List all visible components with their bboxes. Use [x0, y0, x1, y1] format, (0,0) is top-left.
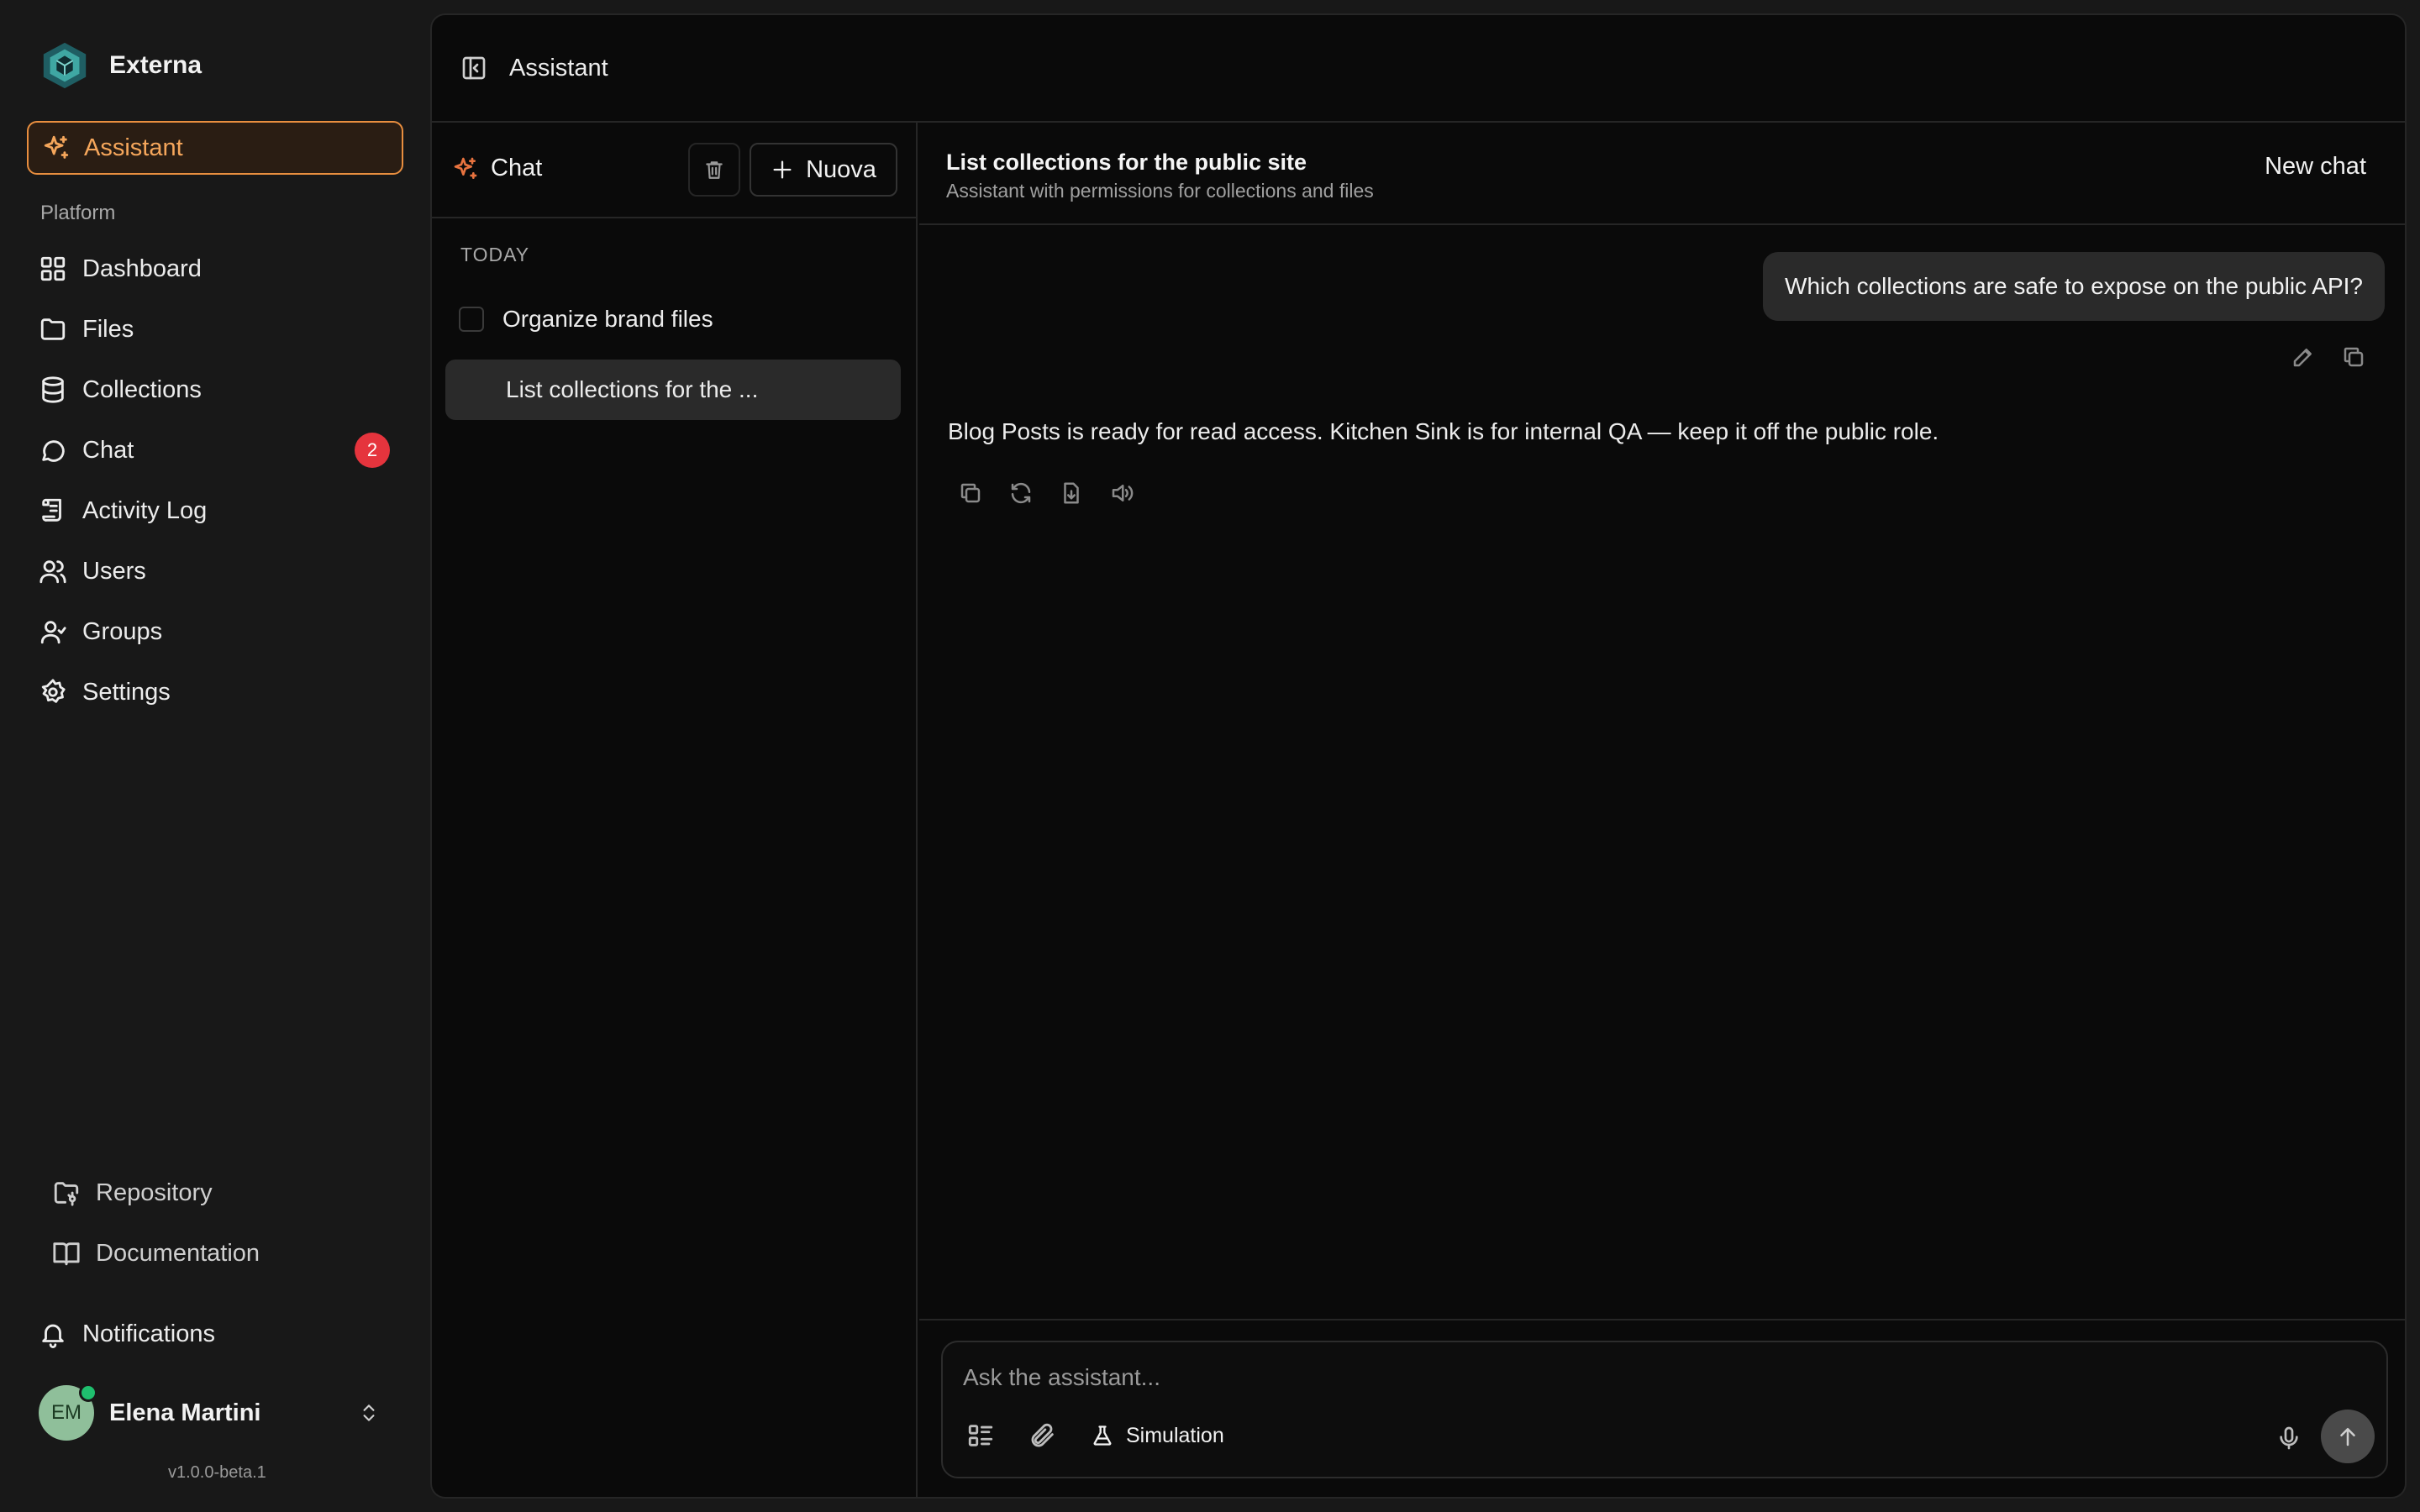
list-icon[interactable] — [966, 1421, 995, 1450]
user-message-actions — [2291, 344, 2366, 370]
conversation-label: List collections for the ... — [506, 376, 759, 402]
conversation-item[interactable]: Organize brand files — [445, 289, 901, 349]
dashboard-icon — [39, 255, 67, 283]
sidebar-item-label: Settings — [82, 678, 171, 706]
arrow-up-icon — [2335, 1424, 2360, 1449]
sidebar-item-label: Users — [82, 557, 146, 585]
main-panel: Assistant Chat Nuova TODAY Organize bran… — [430, 13, 2407, 1499]
brand-name: Externa — [109, 51, 203, 79]
composer-tools: Simulation — [966, 1421, 1224, 1450]
sidebar-toggle-icon[interactable] — [460, 55, 487, 81]
assistant-nav-label: Assistant — [84, 134, 183, 161]
avatar-initials: EM — [51, 1401, 82, 1424]
topbar: Assistant — [432, 15, 2405, 123]
sidebar-item-activity-log[interactable]: Activity Log — [27, 480, 403, 541]
book-icon — [52, 1239, 81, 1268]
version-label: v1.0.0-beta.1 — [168, 1463, 266, 1482]
chat-unread-badge: 2 — [355, 433, 390, 468]
simulation-toggle[interactable]: Simulation — [1091, 1424, 1224, 1448]
repository-icon — [52, 1179, 81, 1207]
conversation-item-active[interactable]: List collections for the ... — [445, 360, 901, 420]
notifications-label: Notifications — [82, 1320, 215, 1347]
composer-divider — [919, 1319, 2405, 1320]
scroll-icon — [39, 496, 67, 525]
user-menu[interactable]: EM Elena Martini — [39, 1383, 403, 1443]
new-conversation-button[interactable]: Nuova — [750, 143, 897, 197]
sidebar-item-settings[interactable]: Settings — [27, 662, 403, 722]
notifications-link[interactable]: Notifications — [39, 1304, 215, 1364]
user-name: Elena Martini — [109, 1399, 261, 1426]
microphone-icon[interactable] — [2275, 1425, 2302, 1452]
composer: Simulation — [941, 1341, 2388, 1478]
sidebar-item-dashboard[interactable]: Dashboard — [27, 239, 403, 299]
chevron-up-down-icon — [358, 1400, 380, 1425]
documentation-label: Documentation — [96, 1239, 260, 1267]
conversation-label: Organize brand files — [502, 306, 713, 332]
copy-icon[interactable] — [2341, 344, 2366, 370]
new-chat-button[interactable]: New chat — [2265, 153, 2366, 181]
download-icon[interactable] — [1059, 480, 1084, 506]
conversation-subtitle: Assistant with permissions for collectio… — [946, 180, 1374, 202]
speaker-icon[interactable] — [1109, 480, 1134, 506]
copy-icon[interactable] — [958, 480, 983, 506]
folder-icon — [39, 315, 67, 344]
sidebar-nav: Dashboard Files Collections Chat 2 Activ… — [27, 239, 403, 722]
message-input[interactable] — [963, 1357, 2307, 1398]
send-button[interactable] — [2321, 1410, 2375, 1463]
sidebar-item-label: Groups — [82, 617, 163, 645]
groups-icon — [39, 617, 67, 646]
assistant-nav-button[interactable]: Assistant — [27, 121, 403, 175]
conversation-header: List collections for the public site Ass… — [919, 123, 2405, 225]
brand-logo-icon — [39, 39, 91, 92]
sidebar-item-files[interactable]: Files — [27, 299, 403, 360]
chat-list-panel: Chat Nuova TODAY Organize brand files Li… — [432, 123, 918, 1497]
regenerate-icon[interactable] — [1008, 480, 1034, 506]
sparkles-icon — [452, 155, 479, 182]
page-title: Assistant — [509, 54, 608, 81]
chat-group-label: TODAY — [460, 244, 530, 265]
conversation-title: List collections for the public site — [946, 150, 1307, 175]
gear-icon — [39, 678, 67, 706]
chat-list-header: Chat Nuova — [432, 123, 916, 218]
sidebar-item-chat[interactable]: Chat 2 — [27, 420, 403, 480]
database-icon — [39, 375, 67, 404]
avatar: EM — [39, 1383, 97, 1441]
brand[interactable]: Externa — [39, 39, 202, 92]
chat-list-title-label: Chat — [491, 155, 543, 181]
sidebar-item-label: Files — [82, 315, 134, 343]
plus-icon — [771, 158, 794, 181]
assistant-message: Blog Posts is ready for read access. Kit… — [948, 418, 1939, 444]
simulation-label: Simulation — [1126, 1423, 1224, 1447]
sidebar-item-label: Chat — [82, 436, 134, 464]
chat-icon — [39, 436, 67, 465]
online-status-dot — [79, 1383, 97, 1402]
bell-icon — [39, 1320, 67, 1348]
sparkles-icon — [42, 134, 71, 162]
conversation-panel: List collections for the public site Ass… — [919, 123, 2405, 1497]
documentation-link[interactable]: Documentation — [40, 1223, 403, 1284]
sidebar-item-collections[interactable]: Collections — [27, 360, 403, 420]
sidebar-bottom-links: Repository Documentation — [40, 1163, 403, 1284]
delete-chat-button[interactable] — [688, 143, 740, 197]
repository-link[interactable]: Repository — [40, 1163, 403, 1223]
sidebar-item-label: Collections — [82, 375, 202, 403]
chat-list-title: Chat — [452, 155, 542, 182]
users-icon — [39, 557, 67, 585]
trash-icon — [703, 159, 725, 181]
sidebar-item-groups[interactable]: Groups — [27, 601, 403, 662]
new-conversation-label: Nuova — [806, 155, 876, 183]
platform-section-label: Platform — [40, 202, 116, 224]
sidebar-item-users[interactable]: Users — [27, 541, 403, 601]
sidebar-item-label: Activity Log — [82, 496, 208, 524]
paperclip-icon[interactable] — [1028, 1421, 1057, 1450]
conversation-checkbox[interactable] — [459, 307, 484, 332]
repository-label: Repository — [96, 1179, 213, 1206]
sidebar-item-label: Dashboard — [82, 255, 202, 282]
user-message-bubble: Which collections are safe to expose on … — [1763, 252, 2385, 321]
flask-icon — [1091, 1424, 1114, 1447]
edit-icon[interactable] — [2291, 344, 2316, 370]
assistant-message-actions — [958, 480, 1134, 506]
sidebar: Externa Assistant Platform Dashboard Fil… — [0, 0, 430, 1512]
